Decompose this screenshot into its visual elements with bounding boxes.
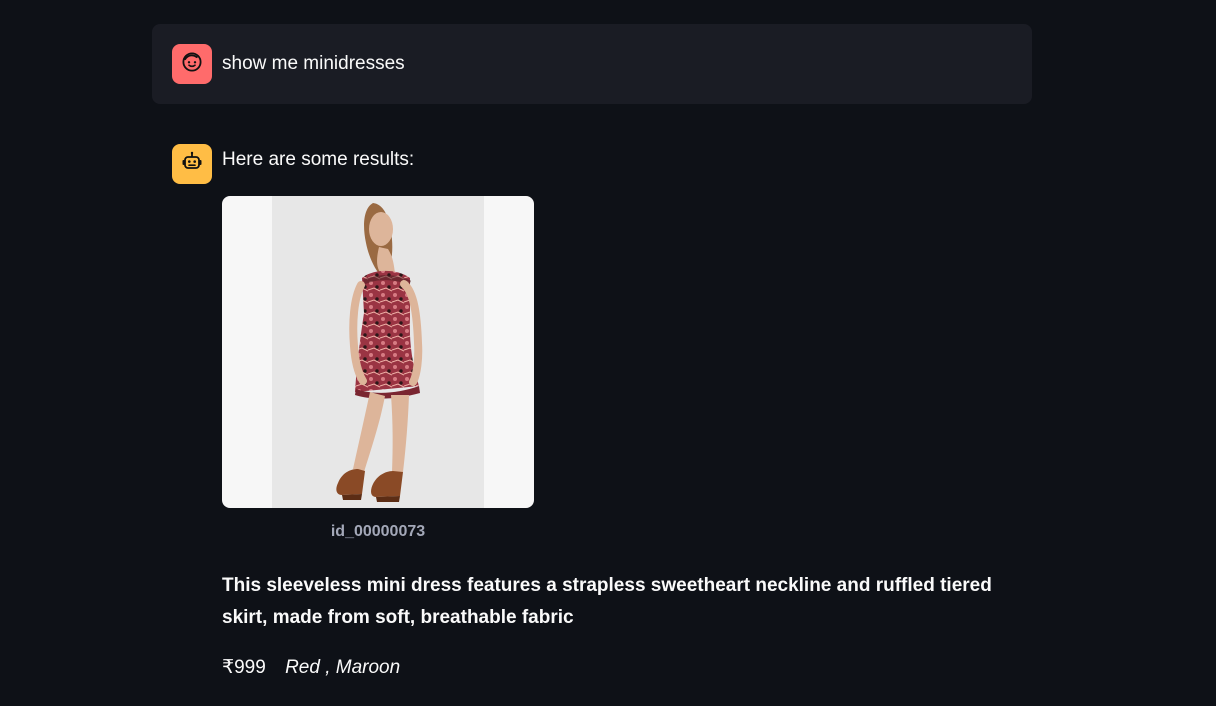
robot-icon: [180, 150, 204, 179]
chat-page: show me minidresses Here are some result…: [0, 0, 1216, 706]
face-icon: [180, 50, 204, 79]
product-description: This sleeveless mini dress features a st…: [222, 575, 992, 628]
product-image-label: id_00000073: [330, 523, 426, 540]
product-price: ₹999: [222, 657, 266, 678]
product-image: [222, 196, 534, 508]
user-message: show me minidresses: [152, 24, 1032, 104]
assistant-intro-text: Here are some results:: [222, 149, 415, 170]
product-meta: ₹999 Red , Maroon: [222, 656, 400, 680]
assistant-avatar: [172, 144, 212, 184]
product-colors: Red , Maroon: [285, 657, 401, 678]
product-photo: [272, 196, 484, 508]
user-avatar: [172, 44, 212, 84]
user-message-text: show me minidresses: [222, 53, 405, 74]
